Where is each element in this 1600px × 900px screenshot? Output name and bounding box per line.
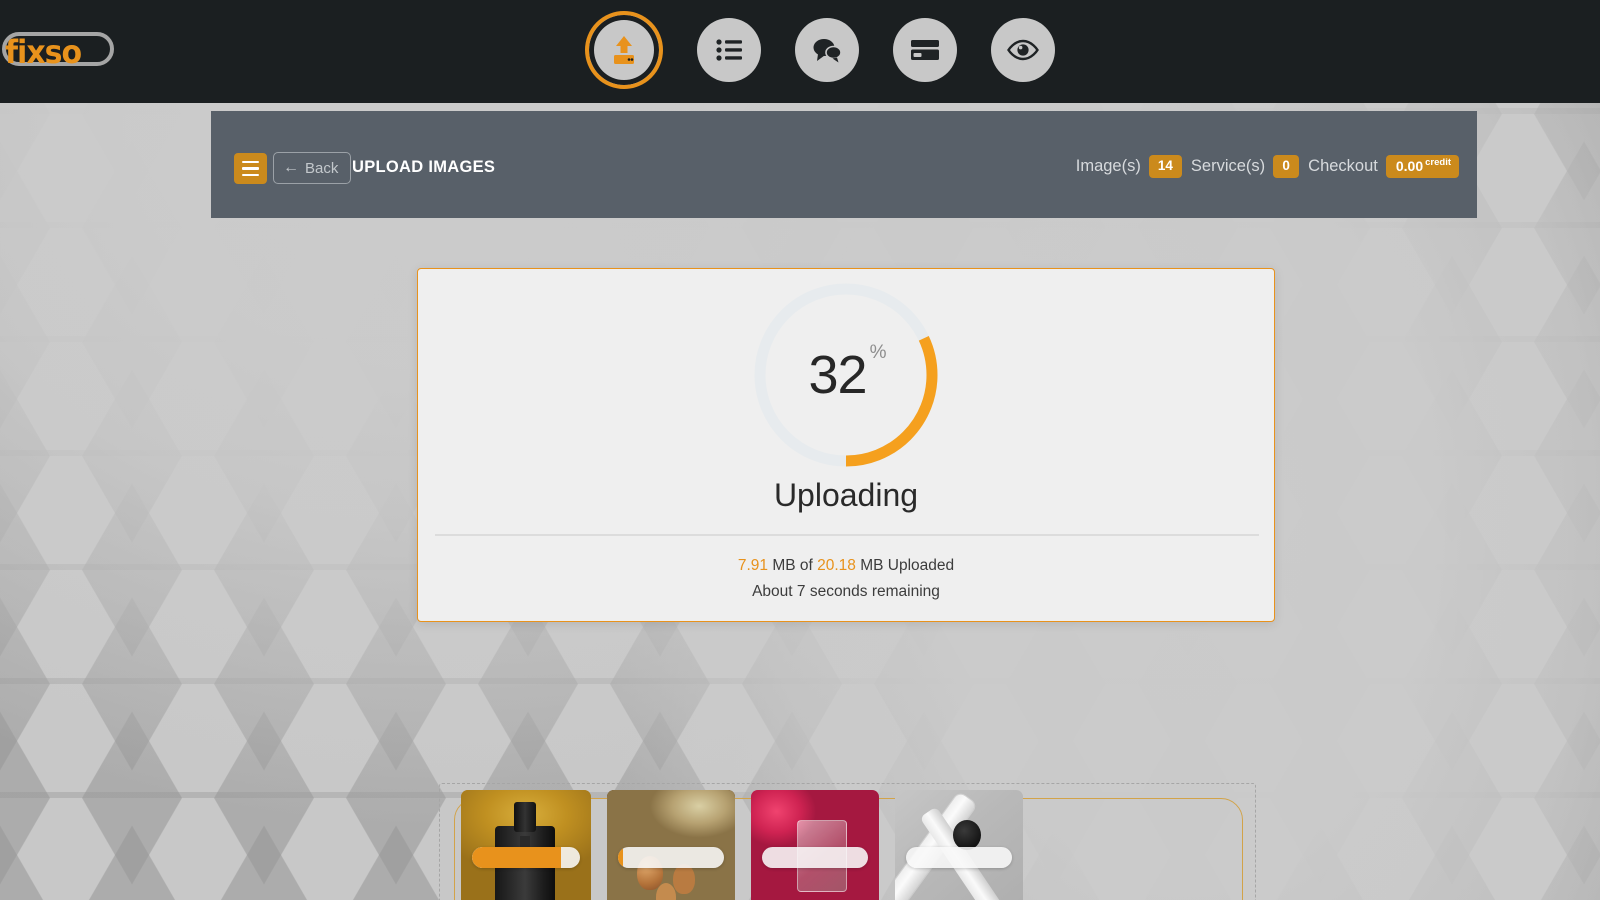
stat-images-label: Image(s) [1075, 157, 1141, 176]
thumbnail-progress-bar [762, 847, 868, 868]
thumbnail-list [461, 790, 1023, 900]
back-button-label: Back [305, 159, 339, 177]
thumbnail-image-pink-flowers-perfume [751, 790, 879, 900]
thumbnail-progress-fill [472, 847, 561, 868]
nav-upload-button[interactable] [585, 11, 663, 89]
progress-ring-center-label: 32 % [746, 275, 946, 475]
stat-services[interactable]: Service(s) 0 [1190, 155, 1300, 179]
panel-toolbar: ← Back UPLOAD IMAGES Image(s) 14 Service… [211, 111, 1477, 218]
image-dropzone[interactable] [439, 783, 1256, 900]
nav-billing-button[interactable] [893, 18, 957, 82]
credit-card-icon [910, 39, 940, 61]
list-icon [715, 38, 743, 62]
checkout-badge: 0.00 credit [1385, 155, 1459, 179]
nav-icon-group [585, 11, 1055, 89]
circular-progress-ring: 32 % [746, 275, 946, 475]
hamburger-bar [242, 173, 259, 177]
stat-services-label: Service(s) [1190, 157, 1266, 176]
stat-services-badge: 0 [1273, 155, 1300, 179]
nav-messages-button[interactable] [795, 18, 859, 82]
hamburger-bar [242, 160, 259, 164]
upload-icon [607, 34, 641, 66]
thumbnail-image-nuts-wooden-bowls [607, 790, 735, 900]
checkout-group[interactable]: Checkout 0.00 credit [1308, 155, 1459, 179]
thumbnail-image-white-smartwatch [895, 790, 1023, 900]
upload-progress-modal: 32 % Uploading 7.91 MB of 20.18 MB Uploa… [417, 268, 1275, 622]
logo-text: fixso [5, 33, 82, 72]
checkout-label: Checkout [1308, 157, 1378, 176]
checkout-amount: 0.00 [1395, 158, 1424, 174]
total-size-value: 20.18 [817, 557, 856, 574]
uploaded-size-unit-a: MB of [768, 557, 818, 574]
hamburger-menu-button[interactable] [234, 153, 267, 184]
hamburger-bar [242, 167, 259, 170]
upload-status-heading: Uploading [773, 477, 919, 513]
thumbnail-image-perfume-bottle-gold [461, 790, 591, 900]
page-title: UPLOAD IMAGES [352, 158, 496, 176]
upload-size-text: 7.91 MB of 20.18 MB Uploaded [418, 557, 1274, 575]
eye-icon [1007, 39, 1039, 61]
toolbar-stats: Image(s) 14 Service(s) 0 Checkout 0.00 c… [1075, 155, 1459, 179]
checkout-unit: credit [1425, 157, 1451, 168]
thumbnail-progress-bar [618, 847, 724, 868]
thumbnail-item[interactable] [607, 790, 735, 900]
brand-logo[interactable]: fixso [2, 28, 114, 74]
arrow-left-icon: ← [283, 159, 299, 176]
thumbnail-progress-bar [906, 847, 1012, 868]
nav-orders-button[interactable] [697, 18, 761, 82]
nav-preview-button[interactable] [991, 18, 1055, 82]
thumbnail-progress-bar [472, 847, 580, 868]
upload-time-remaining: About 7 seconds remaining [752, 583, 940, 600]
progress-percent-value: 32 [808, 345, 868, 405]
uploaded-size-unit-b: MB Uploaded [855, 557, 955, 574]
thumbnail-item[interactable] [751, 790, 879, 900]
stat-images-badge: 14 [1148, 155, 1182, 179]
top-navigation-bar: fixso [0, 0, 1600, 103]
chat-icon [812, 37, 842, 63]
thumbnail-item[interactable] [895, 790, 1023, 900]
app-page: fixso ← Back UPLOAD IMAGES Image(s) 14 S… [0, 0, 1600, 900]
modal-divider [435, 534, 1259, 536]
progress-percent-symbol: % [869, 342, 887, 363]
uploaded-size-value: 7.91 [737, 557, 769, 574]
back-button[interactable]: ← Back [273, 152, 352, 184]
stat-images[interactable]: Image(s) 14 [1075, 155, 1182, 179]
thumbnail-item[interactable] [461, 790, 591, 900]
